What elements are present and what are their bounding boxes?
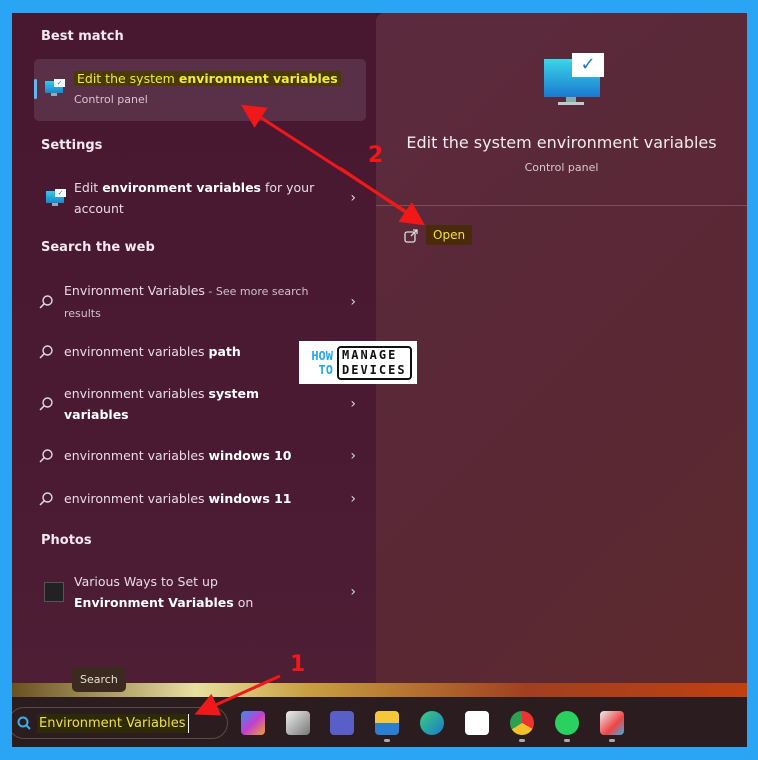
edge-icon[interactable] xyxy=(420,711,444,735)
best-match-subtitle: Control panel xyxy=(74,93,148,106)
windows-search-screen: Best match ✓ Edit the system environment… xyxy=(12,13,747,747)
open-button[interactable]: Open xyxy=(426,225,473,245)
search-icon xyxy=(39,448,53,463)
control-panel-icon: ✓ xyxy=(46,189,68,207)
preview-pane: ✓ Edit the system environment variables … xyxy=(376,13,747,693)
preview-subtitle: Control panel xyxy=(524,161,599,174)
snipping-tool-icon[interactable] xyxy=(600,711,624,735)
photo-result-item[interactable]: Various Ways to Set up Environment Varia… xyxy=(34,571,366,613)
chrome-icon[interactable] xyxy=(510,711,534,735)
chevron-right-icon: › xyxy=(350,584,356,600)
selection-indicator xyxy=(34,79,37,99)
chevron-right-icon: › xyxy=(350,396,356,412)
web-result-item[interactable]: environment variables system variables › xyxy=(34,383,366,425)
open-external-icon xyxy=(404,229,418,243)
taskbar: Environment Variables xyxy=(12,697,747,747)
divider xyxy=(376,205,747,206)
step-1-label: 1 xyxy=(290,652,306,677)
best-match-item[interactable]: ✓ Edit the system environment variables … xyxy=(34,59,366,121)
running-indicator xyxy=(609,739,615,742)
search-icon xyxy=(39,397,53,411)
photos-header: Photos xyxy=(41,533,92,548)
web-result-item[interactable]: environment variables windows 10 › xyxy=(34,445,366,466)
running-indicator xyxy=(519,739,525,742)
running-indicator xyxy=(384,739,390,742)
photo-thumbnail xyxy=(44,582,64,602)
copilot-icon[interactable] xyxy=(241,711,265,735)
chevron-right-icon: › xyxy=(350,490,356,507)
settings-header: Settings xyxy=(41,138,103,153)
search-tooltip: Search xyxy=(72,667,126,692)
search-icon xyxy=(39,295,53,309)
web-header: Search the web xyxy=(41,240,155,255)
howtomanagedevices-logo: HOW TO MANAGE DEVICES xyxy=(299,341,417,384)
best-match-header: Best match xyxy=(41,29,124,44)
taskbar-search-box[interactable]: Environment Variables xyxy=(12,707,228,739)
search-icon xyxy=(39,344,53,359)
store-icon[interactable] xyxy=(465,711,489,735)
web-result-item[interactable]: Environment Variables - See more search … xyxy=(34,280,366,324)
best-match-title: Edit the system environment variables xyxy=(74,71,341,86)
preview-title: Edit the system environment variables xyxy=(406,133,717,152)
teams-icon[interactable] xyxy=(330,711,354,735)
control-panel-icon: ✓ xyxy=(45,79,67,97)
settings-item[interactable]: ✓ Edit environment variables for your ac… xyxy=(34,177,366,219)
search-icon xyxy=(17,716,31,730)
web-result-item[interactable]: environment variables windows 11 › xyxy=(34,488,366,509)
file-explorer-icon[interactable] xyxy=(375,711,399,735)
chevron-right-icon: › xyxy=(350,190,356,206)
running-indicator xyxy=(564,739,570,742)
control-panel-large-icon: ✓ xyxy=(544,53,606,105)
search-input[interactable]: Environment Variables xyxy=(37,713,189,733)
task-view-icon[interactable] xyxy=(286,711,310,735)
search-icon xyxy=(39,491,53,506)
chevron-right-icon: › xyxy=(350,447,356,464)
step-2-label: 2 xyxy=(368,143,384,168)
chevron-right-icon: › xyxy=(350,294,356,310)
whatsapp-icon[interactable] xyxy=(555,711,579,735)
